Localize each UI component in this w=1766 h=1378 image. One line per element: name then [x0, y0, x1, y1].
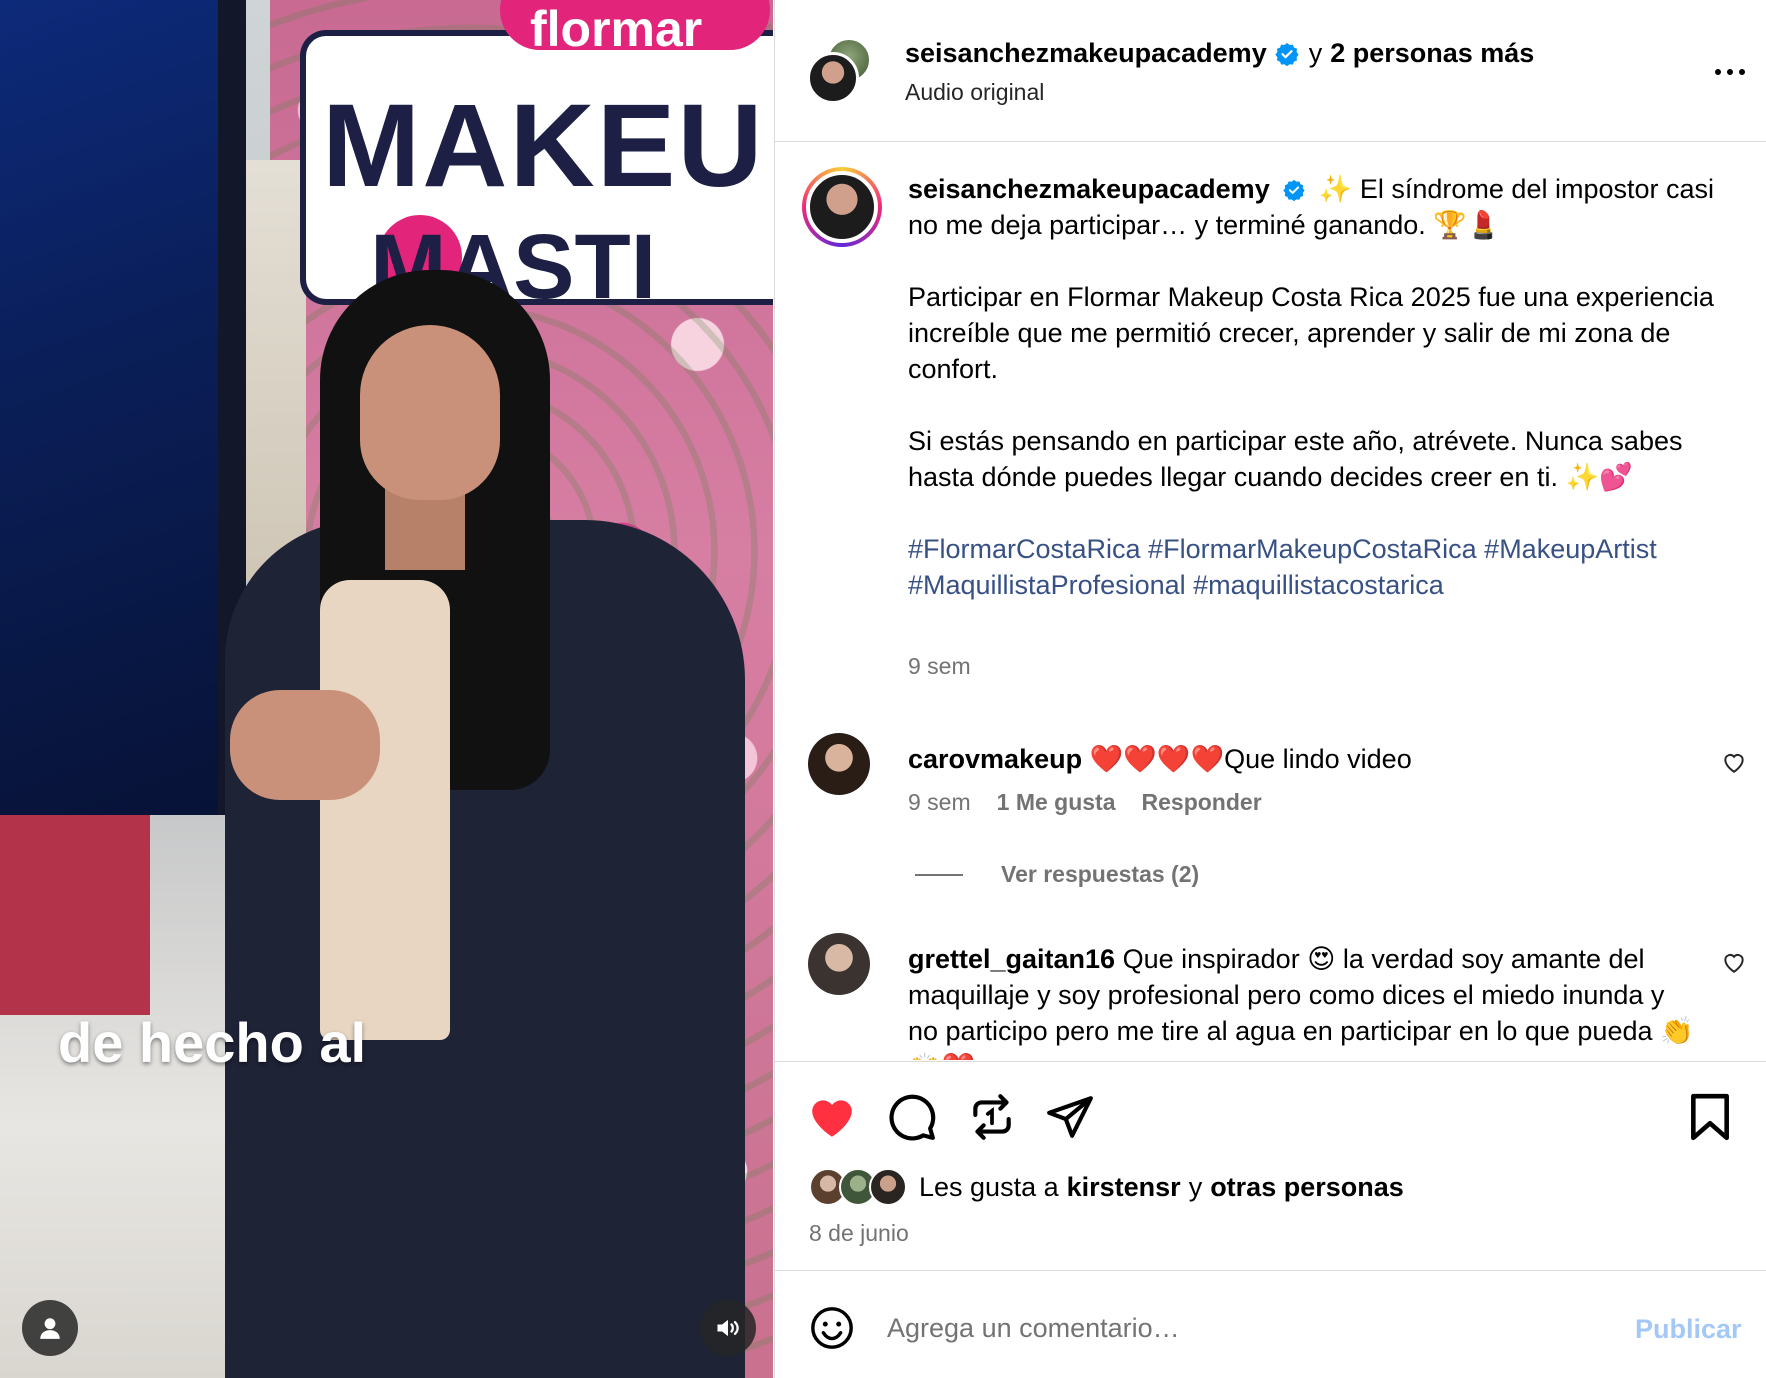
audio-link[interactable]: Audio original — [905, 79, 1044, 106]
post-date[interactable]: 8 de junio — [809, 1220, 909, 1247]
post-actions: Les gusta a kirstensr y otras personas 8… — [775, 1061, 1766, 1271]
share-icon[interactable] — [1045, 1092, 1095, 1142]
like-heart-icon[interactable] — [807, 1092, 857, 1142]
post-timestamp[interactable]: 9 sem — [908, 653, 971, 680]
emoji-icon[interactable] — [809, 1305, 855, 1351]
audio-toggle-button[interactable] — [700, 1300, 756, 1356]
commenter-avatar[interactable] — [808, 933, 870, 995]
view-replies-label: Ver respuestas (2) — [1001, 861, 1200, 887]
brand-logo-text: flormar — [530, 1, 703, 57]
comment-time[interactable]: 9 sem — [908, 789, 971, 816]
commenter-avatar[interactable] — [808, 733, 870, 795]
comments-scroll-area[interactable]: seisanchezmakeupacademy ✨ El síndrome de… — [775, 143, 1766, 1060]
publish-button[interactable]: Publicar — [1635, 1314, 1742, 1345]
comment-body: grettel_gaitan16 Que inspirador 😍 la ver… — [908, 941, 1698, 1060]
comment-composer: Publicar — [775, 1272, 1766, 1378]
post-side-panel: seisanchezmakeupacademy y 2 personas más… — [774, 0, 1766, 1378]
presenter-face — [360, 325, 500, 500]
author-avatar[interactable] — [807, 52, 859, 104]
comment-like-heart-icon[interactable] — [1721, 749, 1747, 775]
comment-icon[interactable] — [887, 1092, 937, 1142]
verified-icon — [1275, 42, 1299, 66]
likes-connector: y — [1188, 1171, 1203, 1202]
mall-storefront — [0, 815, 150, 1015]
more-icon — [1715, 69, 1721, 75]
display-screen — [0, 0, 240, 815]
replies-divider — [915, 873, 963, 876]
author-username-link[interactable]: seisanchezmakeupacademy — [905, 38, 1267, 69]
reel-video[interactable]: flormar MAKEU MASTI de hecho al — [0, 0, 773, 1378]
comment-body: carovmakeup ❤️❤️❤️❤️Que lindo video — [908, 741, 1698, 777]
post-author-avatar[interactable] — [802, 167, 882, 247]
presenter-blouse — [320, 580, 450, 1040]
tagged-users-button[interactable] — [22, 1300, 78, 1356]
comment-text: ❤️❤️❤️❤️Que lindo video — [1089, 744, 1412, 774]
post-caption: seisanchezmakeupacademy ✨ El síndrome de… — [908, 171, 1738, 639]
repost-icon[interactable] — [967, 1092, 1017, 1142]
comment-like-heart-icon[interactable] — [1721, 949, 1747, 975]
presenter-figure — [225, 270, 745, 1378]
other-likers-link[interactable]: otras personas — [1210, 1172, 1404, 1203]
liker-avatars[interactable] — [809, 1168, 907, 1206]
header-authors: seisanchezmakeupacademy y 2 personas más — [905, 38, 1534, 69]
caption-paragraph-3: Si estás pensando en participar este año… — [908, 426, 1683, 492]
comment-meta: 9 sem 1 Me gusta Responder — [908, 789, 1262, 816]
comment-input[interactable] — [887, 1302, 1607, 1354]
verified-icon — [1283, 179, 1305, 201]
collaborators-link[interactable]: 2 personas más — [1330, 38, 1534, 69]
audio-icon — [717, 1319, 739, 1337]
likes-prefix: Les gusta a — [919, 1171, 1059, 1202]
reply-button[interactable]: Responder — [1142, 789, 1262, 816]
view-replies-button[interactable]: Ver respuestas (2) — [915, 861, 1199, 888]
banner-title-line1: MAKEU — [322, 80, 765, 212]
presenter-hands — [230, 690, 380, 800]
caption-hashtags[interactable]: #FlormarCostaRica #FlormarMakeupCostaRic… — [908, 531, 1738, 603]
caption-username-link[interactable]: seisanchezmakeupacademy — [908, 174, 1270, 204]
liker-username-link[interactable]: kirstensr — [1067, 1172, 1181, 1203]
user-tag-icon — [40, 1318, 60, 1339]
video-caption: de hecho al — [58, 1011, 367, 1074]
commenter-username-link[interactable]: carovmakeup — [908, 744, 1082, 774]
bookmark-icon[interactable] — [1685, 1092, 1735, 1142]
commenter-username-link[interactable]: grettel_gaitan16 — [908, 944, 1115, 974]
post-header: seisanchezmakeupacademy y 2 personas más… — [775, 0, 1766, 142]
likes-summary: Les gusta a kirstensr y otras personas — [809, 1168, 1404, 1206]
more-options-button[interactable] — [1715, 58, 1761, 86]
comment-likes-link[interactable]: 1 Me gusta — [997, 789, 1116, 816]
header-connector: y — [1308, 38, 1323, 68]
caption-paragraph-2: Participar en Flormar Makeup Costa Rica … — [908, 282, 1714, 384]
